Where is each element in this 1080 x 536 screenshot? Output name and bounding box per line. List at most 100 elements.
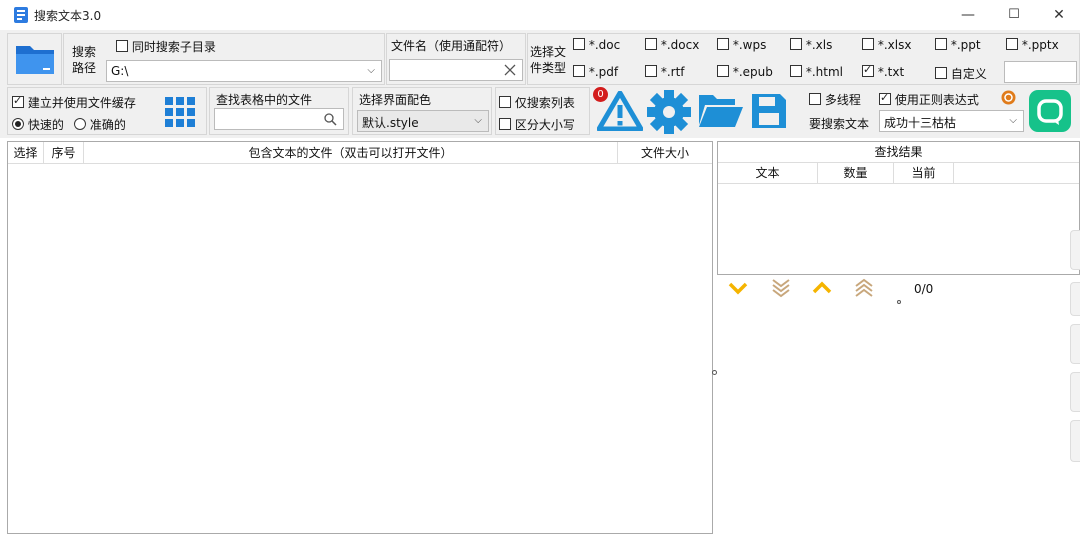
filetype-rtf-label: *.rtf <box>660 65 685 79</box>
chevron-down-icon[interactable]: ⌵ <box>474 115 482 126</box>
style-group: 选择界面配色 默认.style ⌵ <box>352 87 492 135</box>
clear-icon[interactable] <box>504 64 516 76</box>
filetype-xlsx-checkbox[interactable] <box>862 38 874 50</box>
filename-input[interactable] <box>389 59 523 81</box>
search-path-group: 搜索 路径 同时搜索子目录 G:\ ⌵ <box>63 33 385 85</box>
multithread-checkbox[interactable] <box>809 93 821 105</box>
search-path-label-2: 路径 <box>72 61 97 75</box>
search-text-label: 要搜索文本 <box>809 117 870 131</box>
side-tab[interactable] <box>1070 372 1080 412</box>
filetype-docx-checkbox[interactable] <box>645 38 657 50</box>
filetype-txt-checkbox[interactable] <box>862 63 874 77</box>
splitter-handle-small[interactable] <box>897 300 901 304</box>
window-title: 搜索文本3.0 <box>34 9 102 23</box>
splitter-handle[interactable] <box>712 370 717 375</box>
filetype-xls-checkbox[interactable] <box>790 38 802 50</box>
fast-radio[interactable] <box>12 118 24 130</box>
table-search-input[interactable] <box>214 108 344 130</box>
chevron-down-icon[interactable]: ⌵ <box>1009 115 1017 126</box>
grid-icon[interactable] <box>164 96 196 128</box>
file-list-table[interactable]: 选择 序号 包含文本的文件（双击可以打开文件） 文件大小 <box>7 141 713 534</box>
side-tab[interactable] <box>1070 282 1080 316</box>
filename-group: 文件名（使用通配符） <box>386 33 526 85</box>
title-bar: 搜索文本3.0 — ☐ ✕ <box>0 0 1080 30</box>
cache-group: 建立并使用文件缓存 快速的 准确的 <box>7 87 207 135</box>
filetype-doc[interactable]: *.doc <box>573 38 620 52</box>
close-button[interactable]: ✕ <box>1036 0 1080 30</box>
filetype-ppt[interactable]: *.ppt <box>935 38 981 52</box>
filetype-html-checkbox[interactable] <box>790 65 802 77</box>
save-icon[interactable] <box>751 93 787 129</box>
accurate-radio-row[interactable]: 准确的 <box>74 116 126 133</box>
only-list-checkbox[interactable] <box>499 96 511 108</box>
search-path-combo[interactable]: G:\ ⌵ <box>106 60 382 82</box>
results-column-current[interactable]: 当前 <box>894 163 954 183</box>
accurate-label: 准确的 <box>89 118 126 132</box>
case-sensitive-row[interactable]: 区分大小写 <box>499 116 575 133</box>
options-group: 仅搜索列表 区分大小写 <box>495 87 590 135</box>
results-table[interactable]: 查找结果 文本 数量 当前 <box>717 141 1080 275</box>
next-arrow-icon[interactable] <box>728 281 748 295</box>
open-folder-icon[interactable] <box>698 93 744 129</box>
cache-checkbox-row[interactable]: 建立并使用文件缓存 <box>12 94 136 111</box>
previous-arrow-icon[interactable] <box>812 281 832 295</box>
chat-icon[interactable] <box>1029 90 1071 132</box>
subdir-label: 同时搜索子目录 <box>131 40 216 54</box>
search-icon[interactable] <box>324 113 337 126</box>
filetype-pptx[interactable]: *.pptx <box>1006 38 1059 52</box>
filetype-doc-label: *.doc <box>588 38 621 52</box>
multithread-row[interactable]: 多线程 <box>809 91 861 108</box>
side-tab[interactable] <box>1070 420 1080 462</box>
results-column-text[interactable]: 文本 <box>718 163 818 183</box>
case-sensitive-checkbox[interactable] <box>499 118 511 130</box>
column-header-size[interactable]: 文件大小 <box>618 142 712 164</box>
filetype-custom-checkbox[interactable] <box>935 67 947 79</box>
filetype-ppt-checkbox[interactable] <box>935 38 947 50</box>
side-tab[interactable] <box>1070 324 1080 364</box>
subdir-checkbox-row[interactable]: 同时搜索子目录 <box>116 38 216 55</box>
only-list-label: 仅搜索列表 <box>514 96 575 110</box>
results-column-count[interactable]: 数量 <box>818 163 894 183</box>
cache-label: 建立并使用文件缓存 <box>27 96 136 110</box>
filetype-wps-checkbox[interactable] <box>717 38 729 50</box>
warning-icon[interactable] <box>597 91 643 131</box>
filetype-txt[interactable]: *.txt <box>862 63 904 79</box>
chevron-down-icon[interactable]: ⌵ <box>367 65 375 76</box>
column-header-file[interactable]: 包含文本的文件（双击可以打开文件） <box>84 142 618 164</box>
last-arrow-icon[interactable] <box>771 278 791 298</box>
filetype-custom[interactable]: 自定义 <box>935 65 987 82</box>
filetype-docx[interactable]: *.docx <box>645 38 699 52</box>
fast-radio-row[interactable]: 快速的 <box>12 116 64 133</box>
custom-type-input[interactable] <box>1004 61 1077 83</box>
search-text-combo[interactable]: 成功十三枯枯 ⌵ <box>879 110 1024 132</box>
filetype-rtf-checkbox[interactable] <box>645 65 657 77</box>
filetype-html[interactable]: *.html <box>790 65 843 79</box>
subdir-checkbox[interactable] <box>116 40 128 52</box>
filetype-xls[interactable]: *.xls <box>790 38 832 52</box>
column-header-index[interactable]: 序号 <box>44 142 84 164</box>
cache-checkbox[interactable] <box>12 94 24 108</box>
filetype-xlsx[interactable]: *.xlsx <box>862 38 911 52</box>
filetype-rtf[interactable]: *.rtf <box>645 65 685 79</box>
accurate-radio[interactable] <box>74 118 86 130</box>
settings-gear-icon[interactable] <box>646 89 692 135</box>
filetype-pdf-checkbox[interactable] <box>573 65 585 77</box>
results-counter: 0/0 <box>914 282 934 296</box>
regex-row[interactable]: 使用正则表达式 <box>879 91 979 108</box>
filetype-epub-checkbox[interactable] <box>717 65 729 77</box>
filetype-epub[interactable]: *.epub <box>717 65 773 79</box>
maximize-button[interactable]: ☐ <box>991 0 1037 30</box>
open-folder-button[interactable] <box>7 33 62 85</box>
minimize-button[interactable]: — <box>945 0 991 30</box>
only-list-row[interactable]: 仅搜索列表 <box>499 94 575 111</box>
regex-checkbox[interactable] <box>879 91 891 105</box>
side-tab[interactable] <box>1070 230 1080 270</box>
regex-help-icon[interactable] <box>1001 90 1016 105</box>
filetype-doc-checkbox[interactable] <box>573 38 585 50</box>
column-header-select[interactable]: 选择 <box>8 142 44 164</box>
filetype-wps[interactable]: *.wps <box>717 38 766 52</box>
filetype-pptx-checkbox[interactable] <box>1006 38 1018 50</box>
filetype-pdf[interactable]: *.pdf <box>573 65 618 79</box>
style-combo[interactable]: 默认.style ⌵ <box>357 110 489 132</box>
first-arrow-icon[interactable] <box>854 278 874 298</box>
